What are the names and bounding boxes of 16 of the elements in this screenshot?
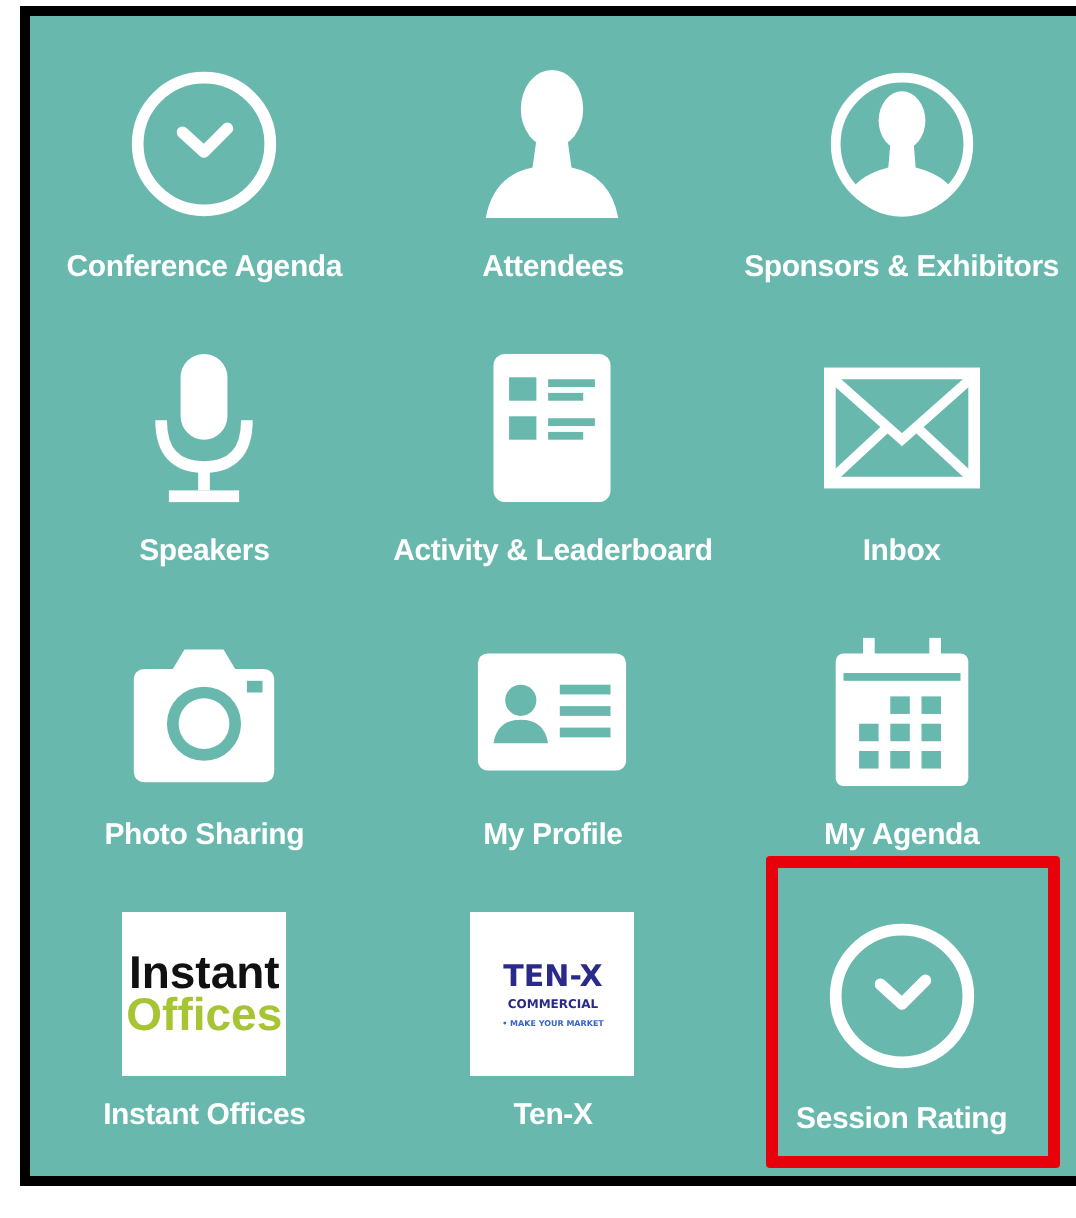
instant-logo-text: Instant <box>128 950 280 996</box>
tile-label[interactable]: Conference Agenda <box>66 250 343 284</box>
tile-label[interactable]: Instant Offices <box>103 1098 306 1132</box>
offices-logo-text: Offices <box>126 992 283 1038</box>
tile-label[interactable]: My Profile <box>483 818 623 852</box>
tile-label[interactable]: Photo Sharing <box>104 818 305 852</box>
tile-label[interactable]: Ten-X <box>513 1098 593 1132</box>
logo-tile[interactable]: Instant Offices <box>122 912 287 1076</box>
tile-label[interactable]: Speakers <box>139 534 270 568</box>
tile-label[interactable]: Activity & Leaderboard <box>393 534 713 568</box>
tile-label[interactable]: My Agenda <box>823 818 980 852</box>
tile-label[interactable]: Inbox <box>862 534 941 568</box>
tile-label[interactable]: Attendees <box>482 250 624 284</box>
ten-x-logo-text: TEN-X <box>503 961 603 991</box>
tile-label[interactable]: Session Rating <box>796 1102 1008 1136</box>
tile-label[interactable]: Sponsors & Exhibitors <box>744 250 1060 284</box>
